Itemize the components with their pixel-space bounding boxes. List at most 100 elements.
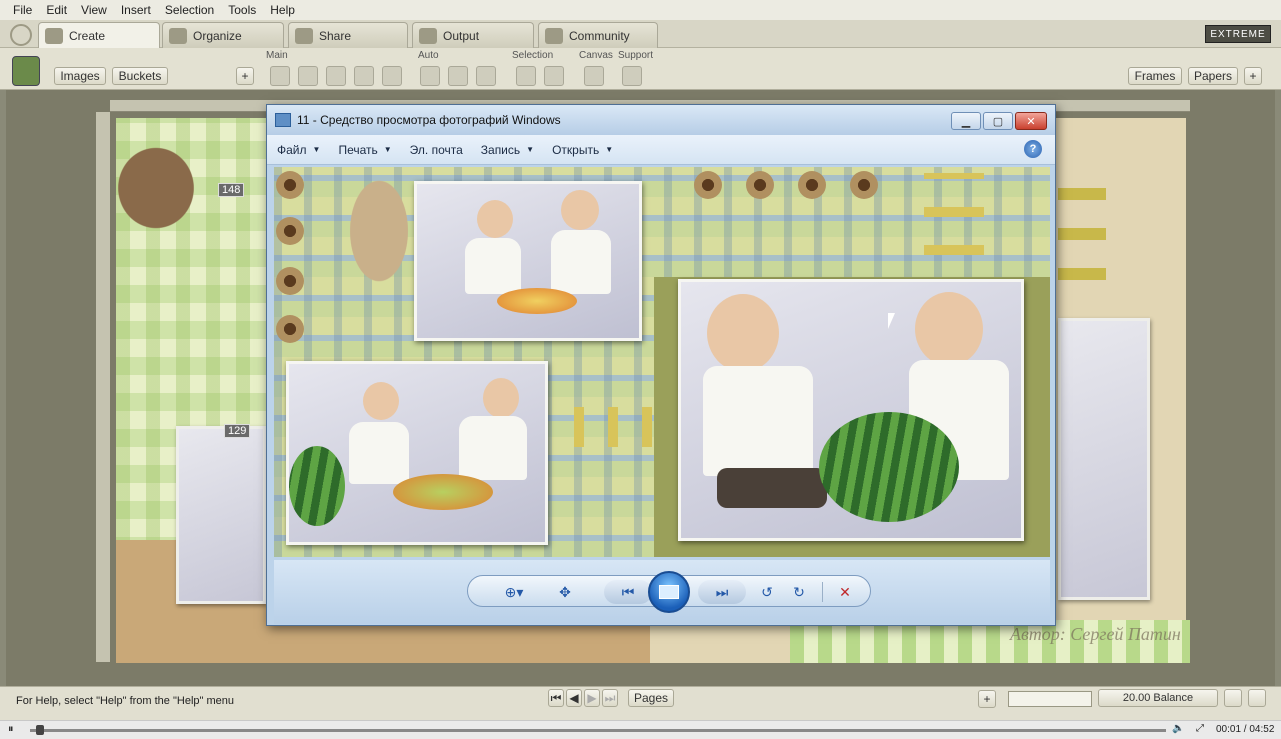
left-ruler: [96, 112, 110, 662]
child-shirt: [551, 230, 611, 294]
watermelon: [819, 412, 959, 522]
next-page-icon[interactable]: ▶: [584, 689, 600, 707]
child-shirt: [703, 366, 813, 476]
auto-tool-2-icon[interactable]: [448, 66, 468, 86]
prev-page-icon[interactable]: ◀: [566, 689, 582, 707]
menu-insert[interactable]: Insert: [121, 3, 151, 17]
viewer-title: 11 - Средство просмотра фотографий Windo…: [297, 113, 561, 127]
viewer-menu-print[interactable]: Печать ▼: [338, 143, 391, 157]
maximize-button[interactable]: ▢: [983, 112, 1013, 130]
flower-decoration: [276, 267, 304, 295]
menu-view[interactable]: View: [81, 3, 107, 17]
main-tool-5-icon[interactable]: [382, 66, 402, 86]
rotate-left-icon[interactable]: ↺: [754, 580, 780, 604]
add-panel-button[interactable]: +: [1244, 67, 1262, 85]
viewer-photo-right: [678, 279, 1024, 541]
rotate-right-icon[interactable]: ↻: [786, 580, 812, 604]
minimize-button[interactable]: ▁: [951, 112, 981, 130]
child-face: [561, 190, 599, 230]
child-pants: [717, 468, 827, 508]
buckets-button[interactable]: Buckets: [112, 67, 168, 85]
first-page-icon[interactable]: ⏮: [548, 689, 564, 707]
status-help-text: For Help, select "Help" from the "Help" …: [16, 695, 234, 707]
menu-edit[interactable]: Edit: [46, 3, 67, 17]
balance-label: 20.00 Balance: [1122, 692, 1194, 704]
pause-icon[interactable]: ⏸: [8, 723, 14, 736]
auto-tool-3-icon[interactable]: [476, 66, 496, 86]
flower-decoration: [276, 217, 304, 245]
seek-handle[interactable]: [36, 725, 44, 735]
selection-tool-icon[interactable]: [516, 66, 536, 86]
viewer-menu-burn[interactable]: Запись ▼: [481, 143, 534, 157]
delete-icon[interactable]: ✕: [832, 580, 858, 604]
tab-community[interactable]: Community: [538, 22, 658, 48]
papers-button[interactable]: Papers: [1188, 67, 1238, 85]
viewer-title-bar[interactable]: 11 - Средство просмотра фотографий Windo…: [267, 105, 1055, 135]
tab-label: Share: [319, 28, 352, 43]
menu-file[interactable]: File: [13, 3, 32, 17]
group-auto-label: Auto: [418, 50, 439, 61]
actual-size-icon[interactable]: ✥: [552, 580, 578, 604]
edition-badge: EXTREME: [1205, 25, 1271, 43]
volume-icon[interactable]: 🔈: [1172, 723, 1184, 734]
seek-bar[interactable]: [30, 729, 1166, 732]
tab-organize[interactable]: Organize: [162, 22, 284, 48]
group-canvas-label: Canvas: [579, 50, 613, 61]
viewer-help-icon[interactable]: ?: [1024, 140, 1042, 158]
canvas-photo-right[interactable]: [1058, 318, 1150, 600]
fullscreen-icon[interactable]: ⤢: [1196, 723, 1204, 734]
frames-button[interactable]: Frames: [1128, 67, 1182, 85]
photo-viewer-window: 11 - Средство просмотра фотографий Windo…: [266, 104, 1056, 626]
last-page-icon[interactable]: ⏭: [602, 689, 618, 707]
child-face: [483, 378, 519, 418]
menu-selection[interactable]: Selection: [165, 3, 214, 17]
menu-label: Файл: [277, 142, 307, 157]
child-face: [363, 382, 399, 420]
viewer-photo-top-left: [414, 181, 642, 341]
add-tab-button[interactable]: +: [236, 67, 254, 85]
add-page-button[interactable]: +: [978, 690, 996, 708]
slideshow-button[interactable]: [648, 571, 690, 613]
activity-icon[interactable]: [1248, 689, 1266, 707]
fruit-bowl: [393, 474, 493, 510]
share-icon: [295, 27, 313, 44]
child-face: [477, 200, 513, 238]
tab-output[interactable]: Output: [412, 22, 534, 48]
child-shirt: [349, 422, 409, 484]
balance-button[interactable]: 20.00 Balance: [1098, 689, 1218, 707]
home-icon[interactable]: [10, 24, 32, 46]
zoom-icon[interactable]: ⊕▾: [496, 580, 532, 604]
divider: [822, 582, 823, 602]
canvas-fit-icon[interactable]: [584, 66, 604, 86]
previous-icon[interactable]: ⏮: [604, 580, 652, 604]
images-button[interactable]: Images: [54, 67, 106, 85]
menu-help[interactable]: Help: [270, 3, 295, 17]
create-icon: [45, 27, 63, 44]
tab-share[interactable]: Share: [288, 22, 408, 48]
viewer-menu-open[interactable]: Открыть ▼: [552, 143, 613, 157]
tab-create[interactable]: Create: [38, 22, 160, 48]
ribbon-embellishment[interactable]: [1058, 178, 1106, 308]
viewer-image: [274, 167, 1050, 557]
bow-embellishment[interactable]: [112, 118, 222, 258]
tab-label: Organize: [193, 28, 242, 43]
viewer-menu-bar: Файл ▼ Печать ▼ Эл. почта Запись ▼ Открыть ▼: [267, 135, 1055, 165]
close-window-button[interactable]: ✕: [1015, 112, 1047, 130]
canvas-photo-left[interactable]: [176, 426, 266, 604]
menu-tools[interactable]: Tools: [228, 3, 256, 17]
viewer-menu-file[interactable]: Файл ▼: [277, 143, 320, 157]
support-help-icon[interactable]: [622, 66, 642, 86]
main-tool-2-icon[interactable]: [298, 66, 318, 86]
main-tool-3-icon[interactable]: [326, 66, 346, 86]
pointer-tool-icon[interactable]: [544, 66, 564, 86]
tab-bar: Create Organize Share Output Community: [0, 20, 1281, 48]
main-tool-1-icon[interactable]: [270, 66, 290, 86]
pages-button[interactable]: Pages: [628, 689, 674, 707]
app-logo: [12, 56, 40, 86]
child-face: [915, 292, 983, 366]
main-tool-4-icon[interactable]: [354, 66, 374, 86]
next-icon[interactable]: ⏭: [698, 580, 746, 604]
viewer-menu-email[interactable]: Эл. почта: [410, 143, 463, 157]
account-icon[interactable]: [1224, 689, 1242, 707]
auto-tool-1-icon[interactable]: [420, 66, 440, 86]
